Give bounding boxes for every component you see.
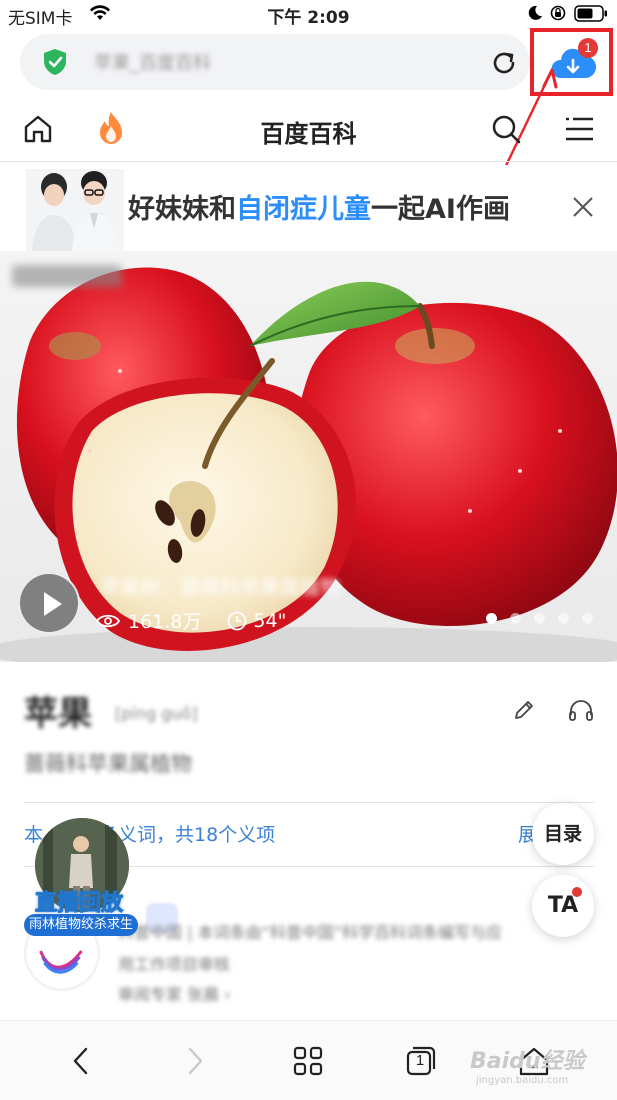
clock-time: 下午 2:09 [267,8,350,28]
headphones-icon[interactable] [568,698,594,722]
notification-dot [572,887,582,897]
tabs-count: 1 [415,1052,425,1069]
close-icon[interactable] [571,195,595,219]
tabs-button[interactable]: 1 [404,1045,436,1077]
table-of-contents-button[interactable]: 目录 [532,803,594,865]
carousel-dot[interactable] [558,613,569,624]
carousel-dot[interactable] [510,613,521,624]
top-nav: 百度百科 [0,100,617,162]
battery-icon [574,5,607,22]
live-replay-badge[interactable]: 直播回放 雨林植物绞杀求生 [24,818,142,938]
moon-icon [528,5,542,20]
security-shield-icon [44,49,66,75]
ta-button[interactable]: TA [532,875,594,937]
carousel-dots[interactable] [486,613,593,624]
banner-text-before: 好妹妹和 [128,194,236,225]
carousel-dot[interactable] [534,613,545,624]
baidu-jingyan-watermark: Baidu经验 [470,1049,585,1074]
entry-pinyin: [píng guǒ] [115,704,198,723]
video-caption: 苹果树：蔷薇科苹果属植物 [100,575,340,599]
forward-arrow-icon[interactable] [178,1045,210,1077]
search-icon[interactable] [490,113,522,145]
author-line-1: 科普中国 | 本词条由“科普中国”科学百科词条编写与应 [118,923,503,942]
live-replay-label: 直播回放 [34,891,123,917]
page-title: 百度百科 [260,120,357,148]
rotation-lock-icon [550,5,566,21]
video-duration: 54" [253,609,287,632]
video-watermark [12,265,122,287]
ta-label: TA [547,893,579,918]
carousel-dot[interactable] [582,613,593,624]
divider [24,802,594,803]
hero-video[interactable]: 苹果树：蔷薇科苹果属植物 161.8万 54" [0,251,617,662]
url-text[interactable]: 苹果_百度百科 [94,49,211,75]
author-line-3[interactable]: 审阅专家 张晨 › [118,981,231,1005]
apps-grid-icon[interactable] [292,1045,324,1077]
edit-pencil-icon[interactable] [512,698,536,722]
view-count: 161.8万 [128,611,202,633]
bottom-toolbar: 1 Baidu经验 jingyan.baidu.com [0,1020,617,1100]
video-meta: 161.8万 54" [96,607,286,634]
entry-name: 苹果 [24,694,92,734]
duration-clock-icon [228,611,247,630]
status-bar: 无SIM卡 下午 2:09 [0,0,617,30]
play-button[interactable] [18,572,80,634]
live-replay-subtitle: 雨林植物绞杀求生 [24,914,138,936]
banner-text-after: 一起AI作画 [371,194,510,225]
banner-text-highlight: 自闭症儿童 [236,194,371,225]
entry-summary: 蔷薇科苹果属植物 [24,752,192,776]
promo-banner[interactable]: 好妹妹和自闭症儿童一起AI作画 [0,165,617,251]
watermark-url: jingyan.baidu.com [476,1075,569,1086]
promo-people-image [26,169,124,251]
apple-image [0,267,617,662]
author-line-2: 用工作项目审核 [118,955,231,974]
menu-list-icon[interactable] [564,116,594,142]
address-bar[interactable]: 苹果_百度百科 [20,34,530,90]
carousel-dot[interactable] [486,613,497,624]
banner-text: 好妹妹和自闭症儿童一起AI作画 [128,187,510,226]
views-eye-icon [96,614,120,627]
back-arrow-icon[interactable] [66,1045,98,1077]
